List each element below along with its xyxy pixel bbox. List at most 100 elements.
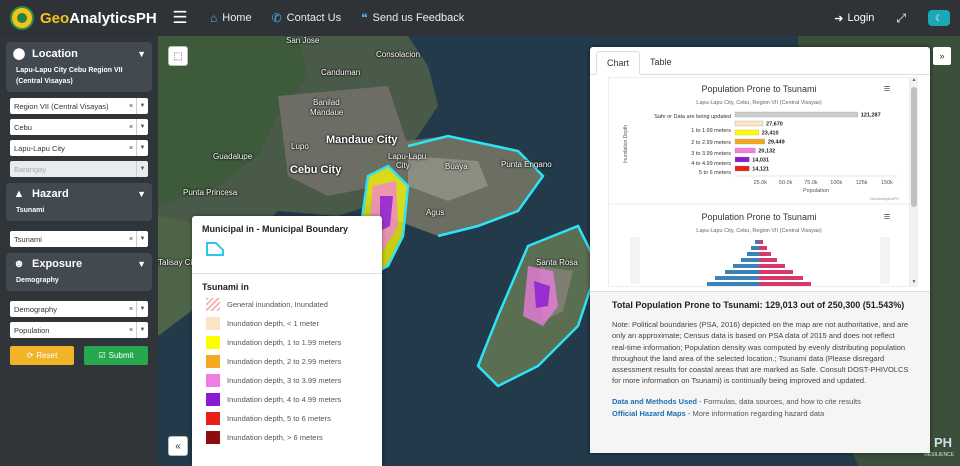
metric-select[interactable]: Population × ▼	[10, 322, 148, 338]
city-select[interactable]: Lapu-Lapu City × ▼	[10, 140, 148, 156]
draw-polygon-icon: ⬚	[173, 50, 183, 62]
map-label-santa-rosa: Santa Rosa	[536, 258, 578, 267]
reset-label: Reset	[36, 351, 58, 360]
hazard-select[interactable]: Tsunami × ▼	[10, 231, 148, 247]
legend-item: Inundation depth, 5 to 6 meters	[202, 411, 372, 425]
chart2-title: Population Prone to Tsunami	[702, 212, 817, 222]
pyramid-bar-male	[733, 264, 759, 268]
chart-category-label: Safe or Data are being updated	[654, 114, 731, 120]
panel-tabs: Chart Table	[590, 47, 930, 75]
barangay-select[interactable]: Barangay ▼	[10, 161, 148, 177]
nav-feedback-label: Send us Feedback	[372, 12, 465, 24]
location-header[interactable]: ⬤ Location ▼	[12, 47, 146, 61]
caret-down-icon[interactable]: ▼	[136, 140, 148, 156]
scroll-down-icon[interactable]: ▼	[910, 279, 918, 287]
caret-down-icon[interactable]: ▼	[136, 231, 148, 247]
data-methods-link[interactable]: Data and Methods Used	[612, 397, 697, 406]
nav-feedback[interactable]: ❝ Send us Feedback	[361, 11, 464, 25]
exposure-title: Exposure	[32, 258, 83, 270]
map-label-banilad: Banilad	[313, 98, 340, 107]
boundary-swatch-icon	[206, 242, 224, 256]
brand-logo-icon	[10, 6, 34, 30]
chart-scrollbar[interactable]: ▲ ▼	[910, 77, 918, 287]
map-label-lapu-lapu-city: City	[396, 161, 410, 170]
chart2-subtitle: Lapu-Lapu City, Cebu, Region VII (Centra…	[696, 228, 822, 234]
nav-contact[interactable]: ✆ Contact Us	[272, 11, 341, 25]
brand-name: GeoAnalyticsPH	[40, 10, 157, 27]
caret-down-icon[interactable]: ▼	[136, 322, 148, 338]
chart-subtitle: Lapu-Lapu City, Cebu, Region VII (Centra…	[696, 100, 822, 106]
hazard-maps-desc: - More information regarding hazard data	[685, 408, 825, 418]
brand[interactable]: GeoAnalyticsPH	[0, 6, 158, 30]
chart-x-tick-label: 100k	[830, 180, 842, 186]
chart-bar	[734, 156, 750, 163]
brand-rest: AnalyticsPH	[69, 9, 157, 27]
chevron-down-icon[interactable]: ▼	[137, 49, 146, 59]
clear-icon[interactable]: ×	[126, 327, 136, 334]
tab-chart[interactable]: Chart	[596, 51, 641, 75]
collapse-panel-button[interactable]: »	[933, 47, 951, 65]
data-methods-line: Data and Methods Used - Formulas, data s…	[612, 397, 910, 406]
legend-swatch	[206, 297, 220, 311]
region-select[interactable]: Region VII (Central Visayas) × ▼	[10, 98, 148, 114]
chart-x-axis-label: Population	[803, 188, 829, 194]
clear-icon[interactable]: ×	[126, 145, 136, 152]
phone-icon: ✆	[271, 11, 282, 25]
chart-data-label: 27,670	[766, 122, 783, 128]
map-label-cebu-city: Cebu City	[290, 164, 342, 176]
login-button[interactable]: ➜ Login	[834, 12, 874, 25]
exposure-header[interactable]: ☻ Exposure ▼	[12, 258, 146, 270]
legend-item: Inundation depth, 4 to 4.99 meters	[202, 392, 372, 406]
chevrons-left-icon: «	[175, 440, 181, 452]
draw-polygon-button[interactable]: ⬚	[168, 46, 188, 66]
location-subtitle: Lapu-Lapu City Cebu Region VII (Central …	[16, 67, 123, 85]
map-label-guadalupe: Guadalupe	[213, 152, 253, 161]
nav-home[interactable]: ⌂ Home	[210, 11, 252, 25]
brand-geo: Geo	[40, 9, 70, 27]
caret-down-icon[interactable]: ▼	[136, 98, 148, 114]
chart-x-tick-label: 50.0k	[779, 180, 793, 186]
legend-item: Inundation depth, > 6 meters	[202, 430, 372, 444]
chevron-down-icon[interactable]: ▼	[137, 189, 146, 199]
clear-icon[interactable]: ×	[126, 103, 136, 110]
reset-button[interactable]: ⟳ Reset	[10, 346, 74, 365]
clear-icon[interactable]: ×	[126, 236, 136, 243]
map-label-punta-princesa: Punta Princesa	[183, 188, 238, 197]
legend-label: General inundation, Inundated	[227, 299, 328, 309]
map-label-buaya: Buaya	[445, 162, 468, 171]
hazard-header[interactable]: ▲ Hazard ▼	[12, 188, 146, 200]
map-legend: Municipal in - Municipal Boundary Tsunam…	[192, 216, 382, 466]
collapse-legend-button[interactable]: «	[168, 436, 188, 456]
hazard-select-value: Tsunami	[14, 234, 42, 244]
dark-mode-toggle[interactable]: ☾	[928, 10, 950, 26]
chart-scroll-area[interactable]: Population Prone to Tsunami Lapu-Lapu Cit…	[608, 77, 910, 287]
chart-title: Population Prone to Tsunami	[702, 84, 817, 94]
caret-down-icon[interactable]: ▼	[136, 119, 148, 135]
check-icon: ☑	[98, 351, 106, 360]
chart-category-label: 3 to 3.99 meters	[691, 151, 731, 157]
chart-credit: GeoAnalyticsPH	[870, 196, 899, 201]
scrollbar-thumb[interactable]	[911, 87, 917, 207]
chart-category-label: 5 to 6 meters	[699, 170, 731, 176]
map-label-lapu-lapu: Lapu-Lapu	[388, 152, 427, 161]
hazard-maps-link[interactable]: Official Hazard Maps	[612, 409, 686, 418]
tab-table[interactable]: Table	[640, 51, 682, 74]
legend-swatch	[206, 373, 220, 387]
map-label-mandaue: Mandaue	[310, 108, 344, 117]
metric-select-value: Population	[14, 325, 50, 335]
chevron-down-icon[interactable]: ▼	[137, 259, 146, 269]
province-select[interactable]: Cebu × ▼	[10, 119, 148, 135]
pyramid-bar-male	[741, 258, 759, 262]
warning-icon: ▲	[13, 188, 25, 200]
exposure-select[interactable]: Demography × ▼	[10, 301, 148, 317]
submit-label: Submit	[108, 351, 134, 360]
submit-button[interactable]: ☑ Submit	[84, 346, 148, 365]
hamburger-icon[interactable]: ☰	[170, 8, 190, 28]
caret-down-icon[interactable]: ▼	[136, 301, 148, 317]
scroll-up-icon[interactable]: ▲	[910, 77, 918, 85]
clear-icon[interactable]: ×	[126, 124, 136, 131]
chart-bar	[734, 165, 750, 172]
clear-icon[interactable]: ×	[126, 306, 136, 313]
fullscreen-icon[interactable]: ⤢	[896, 11, 906, 26]
caret-down-icon[interactable]: ▼	[136, 161, 148, 177]
